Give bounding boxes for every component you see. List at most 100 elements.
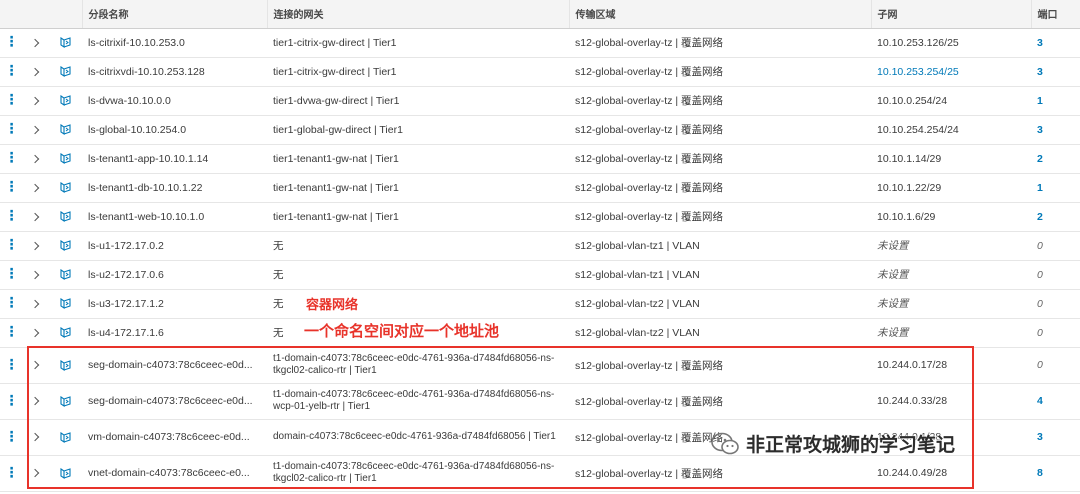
column-header-gateway[interactable]: 连接的网关	[267, 0, 570, 29]
chevron-right-icon[interactable]	[22, 86, 48, 115]
column-header-ports[interactable]: 端口	[1031, 0, 1080, 29]
segment-name[interactable]: seg-domain-c4073:78c6ceec-e0d...	[82, 383, 267, 419]
segment-name[interactable]: ls-u3-172.17.1.2	[82, 289, 267, 318]
subnet: 10.244.0.33/28	[877, 395, 948, 407]
table-row[interactable]: ⋮ vnet-domain-c4073:78c6ceec-e0... t1-doma…	[0, 455, 1080, 491]
segment-icon	[48, 347, 82, 383]
ports-count[interactable]: 1	[1031, 86, 1080, 115]
chevron-right-icon[interactable]	[22, 455, 48, 491]
table-row[interactable]: ⋮ ls-u2-172.17.0.6 无 s12-global-vlan-tz1 | …	[0, 260, 1080, 289]
chevron-right-icon[interactable]	[22, 231, 48, 260]
row-menu-icon[interactable]: ⋮	[0, 419, 22, 455]
row-menu-icon[interactable]: ⋮	[0, 28, 22, 57]
subnet: 未设置	[877, 327, 909, 339]
segment-icon	[48, 419, 82, 455]
ports-count[interactable]: 2	[1031, 144, 1080, 173]
chevron-right-icon[interactable]	[22, 57, 48, 86]
table-row[interactable]: ⋮ ls-tenant1-web-10.10.1.0 tier1-tenant1-g…	[0, 202, 1080, 231]
row-menu-icon[interactable]: ⋮	[0, 202, 22, 231]
row-menu-icon[interactable]: ⋮	[0, 383, 22, 419]
chevron-right-icon[interactable]	[22, 173, 48, 202]
chevron-right-icon[interactable]	[22, 419, 48, 455]
row-menu-icon[interactable]: ⋮	[0, 260, 22, 289]
table-row[interactable]: ⋮ ls-tenant1-db-10.10.1.22 tier1-tenant1-g…	[0, 173, 1080, 202]
transport-zone: s12-global-vlan-tz2 | VLAN	[575, 297, 700, 310]
table-row[interactable]: ⋮ ls-global-10.10.254.0 tier1-global-gw-di…	[0, 115, 1080, 144]
ports-count[interactable]: 8	[1031, 455, 1080, 491]
table-row[interactable]: ⋮ seg-domain-c4073:78c6ceec-e0d... t1-doma…	[0, 383, 1080, 419]
subnet[interactable]: 10.10.253.254/25	[871, 57, 1031, 86]
ports-count[interactable]: 3	[1031, 28, 1080, 57]
row-menu-icon[interactable]: ⋮	[0, 455, 22, 491]
ports-count[interactable]: 4	[1031, 383, 1080, 419]
ports-count[interactable]: 2	[1031, 202, 1080, 231]
table-row[interactable]: ⋮ ls-u3-172.17.1.2 无 s12-global-vlan-tz2 | …	[0, 289, 1080, 318]
segment-name[interactable]: ls-citrixif-10.10.253.0	[82, 28, 267, 57]
table-row[interactable]: ⋮ ls-dvwa-10.10.0.0 tier1-dvwa-gw-direct |…	[0, 86, 1080, 115]
ports-count[interactable]: 1	[1031, 173, 1080, 202]
chevron-right-icon[interactable]	[22, 347, 48, 383]
table-row[interactable]: ⋮ ls-u1-172.17.0.2 无 s12-global-vlan-tz1 | …	[0, 231, 1080, 260]
watermark: 非正常攻城狮的学习笔记	[710, 430, 955, 457]
chevron-right-icon[interactable]	[22, 289, 48, 318]
table-row[interactable]: ⋮ ls-u4-172.17.1.6 无 s12-global-vlan-tz2 | …	[0, 318, 1080, 347]
chevron-right-icon[interactable]	[22, 260, 48, 289]
segment-name[interactable]: ls-u1-172.17.0.2	[82, 231, 267, 260]
row-menu-icon[interactable]: ⋮	[0, 318, 22, 347]
watermark-text: 非正常攻城狮的学习笔记	[746, 434, 956, 456]
chevron-right-icon[interactable]	[22, 202, 48, 231]
segment-name[interactable]: ls-u2-172.17.0.6	[82, 260, 267, 289]
row-menu-icon[interactable]: ⋮	[0, 289, 22, 318]
ports-count[interactable]: 3	[1031, 57, 1080, 86]
ports-count: 0	[1037, 326, 1043, 339]
segment-name[interactable]: ls-dvwa-10.10.0.0	[82, 86, 267, 115]
table-row[interactable]: ⋮ ls-citrixvdi-10.10.253.128 tier1-citrix-…	[0, 57, 1080, 86]
row-menu-icon[interactable]: ⋮	[0, 115, 22, 144]
subnet: 10.244.0.49/28	[877, 467, 948, 479]
segment-icon	[48, 318, 82, 347]
row-menu-icon[interactable]: ⋮	[0, 57, 22, 86]
column-header-zone[interactable]: 传输区域	[569, 0, 872, 29]
table-row[interactable]: ⋮ ls-citrixif-10.10.253.0 tier1-citrix-gw-…	[0, 28, 1080, 57]
segment-name[interactable]: ls-citrixvdi-10.10.253.128	[82, 57, 267, 86]
connected-gateway: tier1-dvwa-gw-direct | Tier1	[273, 94, 400, 107]
transport-zone: s12-global-vlan-tz1 | VLAN	[575, 268, 700, 281]
subnet: 10.10.1.6/29	[877, 210, 936, 223]
transport-zone: s12-global-vlan-tz1 | VLAN	[575, 239, 700, 252]
segment-name[interactable]: ls-tenant1-web-10.10.1.0	[82, 202, 267, 231]
segment-icon	[48, 144, 82, 173]
chevron-right-icon[interactable]	[22, 28, 48, 57]
segment-name[interactable]: ls-tenant1-db-10.10.1.22	[82, 173, 267, 202]
chevron-right-icon[interactable]	[22, 115, 48, 144]
row-menu-icon[interactable]: ⋮	[0, 173, 22, 202]
segment-name[interactable]: ls-tenant1-app-10.10.1.14	[82, 144, 267, 173]
segment-name[interactable]: seg-domain-c4073:78c6ceec-e0d...	[82, 347, 267, 383]
column-header-name[interactable]: 分段名称	[82, 0, 268, 29]
segment-name[interactable]: vm-domain-c4073:78c6ceec-e0d...	[82, 419, 267, 455]
segment-name[interactable]: ls-global-10.10.254.0	[82, 115, 267, 144]
row-menu-icon[interactable]: ⋮	[0, 347, 22, 383]
subnet: 10.10.0.254/24	[877, 94, 948, 107]
segment-icon	[48, 57, 82, 86]
column-header-subnet[interactable]: 子网	[871, 0, 1032, 29]
segment-name[interactable]: vnet-domain-c4073:78c6ceec-e0...	[82, 455, 267, 491]
header-expand-col	[22, 0, 48, 29]
connected-gateway: domain-c4073:78c6ceec-e0dc-4761-936a-d74…	[273, 431, 556, 442]
subnet: 未设置	[877, 269, 909, 281]
ports-count[interactable]: 3	[1031, 419, 1080, 455]
segment-name[interactable]: ls-u4-172.17.1.6	[82, 318, 267, 347]
row-menu-icon[interactable]: ⋮	[0, 144, 22, 173]
header-menu-col	[0, 0, 22, 29]
annotation-container-network: 容器网络	[306, 298, 359, 313]
table-row[interactable]: ⋮ seg-domain-c4073:78c6ceec-e0d... t1-doma…	[0, 347, 1080, 383]
row-menu-icon[interactable]: ⋮	[0, 86, 22, 115]
table-row[interactable]: ⋮ ls-tenant1-app-10.10.1.14 tier1-tenant1-…	[0, 144, 1080, 173]
chevron-right-icon[interactable]	[22, 318, 48, 347]
chevron-right-icon[interactable]	[22, 383, 48, 419]
chevron-right-icon[interactable]	[22, 144, 48, 173]
subnet: 10.244.0.17/28	[877, 359, 948, 371]
connected-gateway: tier1-tenant1-gw-nat | Tier1	[273, 152, 399, 165]
segment-icon	[48, 28, 82, 57]
ports-count[interactable]: 3	[1031, 115, 1080, 144]
row-menu-icon[interactable]: ⋮	[0, 231, 22, 260]
